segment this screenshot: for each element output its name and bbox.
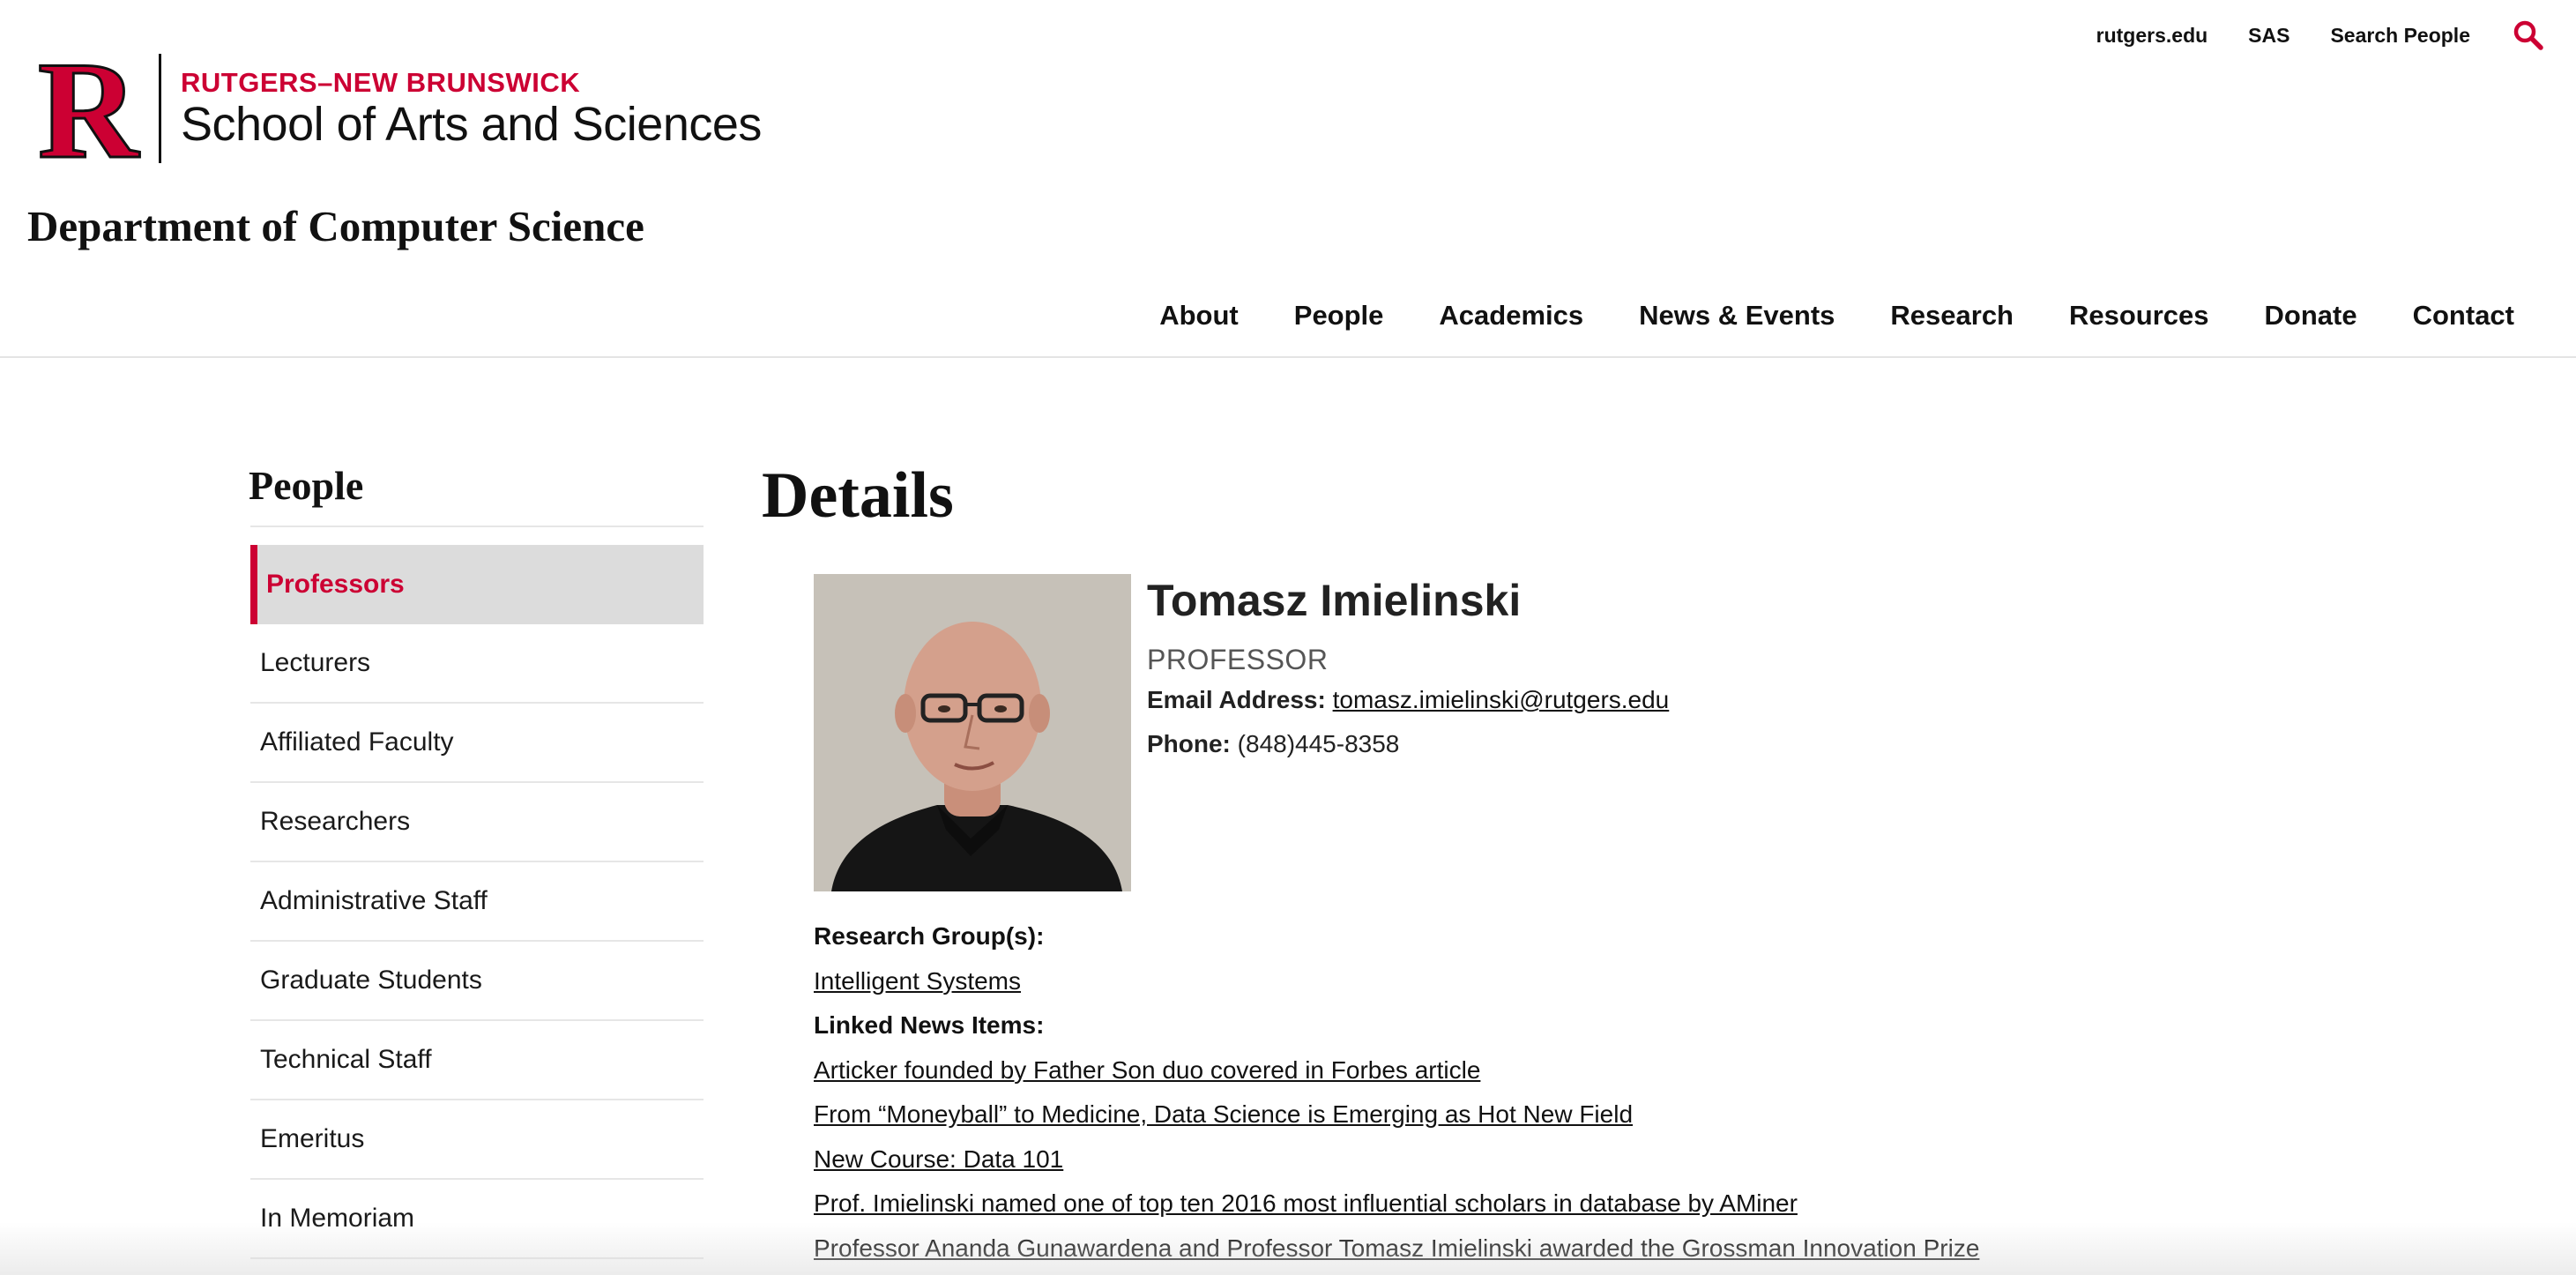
- profile-links: Research Group(s): Intelligent Systems L…: [814, 914, 1979, 1271]
- sidebar-item-professors[interactable]: Professors: [250, 545, 704, 624]
- phone-value: (848)445-8358: [1237, 730, 1400, 757]
- sidebar-item-researchers[interactable]: Researchers: [250, 783, 704, 862]
- news-link-aminer[interactable]: Prof. Imielinski named one of top ten 20…: [814, 1189, 1798, 1217]
- sidebar-item-affiliated-faculty[interactable]: Affiliated Faculty: [250, 704, 704, 783]
- news-link-moneyball[interactable]: From “Moneyball” to Medicine, Data Scien…: [814, 1100, 1633, 1128]
- logo-subtitle: RUTGERS–NEW BRUNSWICK: [181, 67, 581, 98]
- sidebar-item-administrative-staff[interactable]: Administrative Staff: [250, 862, 704, 942]
- nav-item-donate[interactable]: Donate: [2265, 300, 2357, 332]
- sidebar-item-in-memoriam[interactable]: In Memoriam: [250, 1180, 704, 1259]
- person-title: PROFESSOR: [1147, 644, 1329, 675]
- sidebar-item-lecturers[interactable]: Lecturers: [250, 624, 704, 704]
- rutgers-sas-logo[interactable]: R RUTGERS–NEW BRUNSWICK School of Arts a…: [26, 33, 762, 190]
- nav-item-news-events[interactable]: News & Events: [1639, 300, 1835, 332]
- sidebar: People Professors Lecturers Affiliated F…: [249, 462, 704, 1259]
- research-groups-label: Research Group(s):: [814, 922, 1045, 950]
- utility-bar: rutgers.edu SAS Search People: [2096, 18, 2546, 53]
- linked-news-label: Linked News Items:: [814, 1011, 1045, 1039]
- sidebar-title: People: [249, 463, 364, 508]
- nav-item-about[interactable]: About: [1159, 300, 1239, 332]
- news-link-data-101[interactable]: New Course: Data 101: [814, 1145, 1063, 1173]
- phone-row: Phone: (848)445-8358: [1147, 730, 1399, 758]
- sidebar-item-emeritus[interactable]: Emeritus: [250, 1100, 704, 1180]
- profile-photo: [814, 574, 1131, 891]
- phone-label: Phone:: [1147, 730, 1231, 757]
- nav-item-academics[interactable]: Academics: [1439, 300, 1583, 332]
- research-group-link[interactable]: Intelligent Systems: [814, 967, 1021, 995]
- sidebar-item-technical-staff[interactable]: Technical Staff: [250, 1021, 704, 1100]
- email-label: Email Address:: [1147, 686, 1326, 713]
- utility-link-search-people[interactable]: Search People: [2330, 24, 2470, 48]
- email-row: Email Address: tomasz.imielinski@rutgers…: [1147, 686, 1669, 714]
- nav-item-research[interactable]: Research: [1890, 300, 2014, 332]
- logo-divider: [159, 54, 161, 163]
- news-link-grossman-prize[interactable]: Professor Ananda Gunawardena and Profess…: [814, 1234, 1979, 1262]
- rutgers-r-logo-icon: R: [26, 33, 150, 190]
- nav-item-resources[interactable]: Resources: [2069, 300, 2209, 332]
- logo-title: School of Arts and Sciences: [181, 98, 762, 151]
- sidebar-item-graduate-students[interactable]: Graduate Students: [250, 942, 704, 1021]
- logo-text: RUTGERS–NEW BRUNSWICK School of Arts and…: [181, 67, 762, 150]
- utility-link-sas[interactable]: SAS: [2248, 24, 2289, 48]
- page-title: Details: [762, 459, 954, 532]
- department-title[interactable]: Department of Computer Science: [27, 201, 644, 251]
- nav-item-people[interactable]: People: [1294, 300, 1384, 332]
- header-divider: [0, 356, 2576, 358]
- main-nav: About People Academics News & Events Res…: [1159, 300, 2514, 332]
- sidebar-title-divider: [250, 526, 704, 527]
- person-name: Tomasz Imielinski: [1147, 576, 1522, 625]
- svg-text:R: R: [38, 53, 140, 164]
- email-link[interactable]: tomasz.imielinski@rutgers.edu: [1333, 686, 1670, 713]
- utility-link-rutgers[interactable]: rutgers.edu: [2096, 24, 2208, 48]
- news-link-articker[interactable]: Articker founded by Father Son duo cover…: [814, 1056, 1480, 1084]
- search-icon[interactable]: [2511, 18, 2546, 53]
- nav-item-contact[interactable]: Contact: [2413, 300, 2514, 332]
